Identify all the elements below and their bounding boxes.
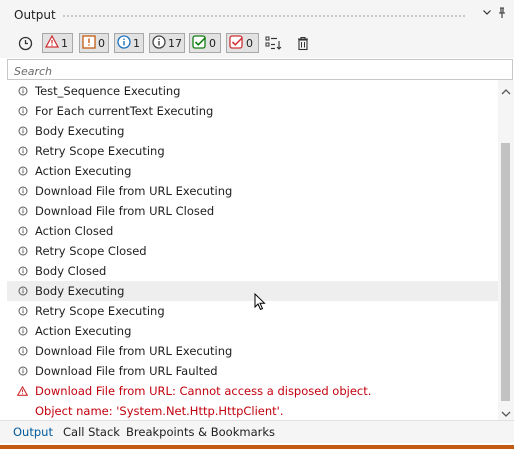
trace-count: 17: [168, 36, 182, 50]
log-row-text: Test_Sequence Executing: [35, 84, 181, 98]
trace-icon: [17, 86, 28, 97]
tab-output[interactable]: Output: [13, 425, 53, 439]
log-row-text: Body Executing: [35, 124, 125, 138]
chevron-down-icon[interactable]: [480, 7, 494, 21]
trace-icon: [17, 346, 28, 357]
log-row-text: Download File from URL Executing: [35, 344, 233, 358]
log-row-text: Retry Scope Closed: [35, 244, 147, 258]
trace-icon: [17, 286, 28, 297]
error-triangle-icon: [44, 34, 60, 51]
filter-success-button[interactable]: 0: [189, 33, 221, 53]
pin-icon[interactable]: [495, 7, 509, 21]
warning-icon: [82, 34, 96, 52]
search-input[interactable]: [12, 61, 496, 81]
log-row[interactable]: Body Executing: [7, 281, 498, 301]
log-row-text: Download File from URL Closed: [35, 204, 215, 218]
trace-icon: [152, 34, 166, 52]
output-panel: Output 1 0 1 17 0 0 Search Test_Sequence…: [0, 0, 514, 449]
trace-icon: [17, 326, 28, 337]
search-box: [7, 59, 513, 81]
trace-icon: [17, 166, 28, 177]
log-row[interactable]: Download File from URL Executing: [7, 181, 498, 201]
log-row[interactable]: Test_Sequence Executing: [7, 81, 498, 101]
log-row[interactable]: Retry Scope Executing: [7, 141, 498, 161]
clock-icon[interactable]: [16, 34, 34, 52]
filter-warnings-button[interactable]: 0: [79, 33, 109, 53]
trace-icon: [17, 206, 28, 217]
filter-info-button[interactable]: 1: [114, 33, 144, 53]
trace-icon: [17, 126, 28, 137]
scroll-up-icon[interactable]: [501, 85, 511, 95]
log-row[interactable]: Action Executing: [7, 321, 498, 341]
log-row[interactable]: Body Executing: [7, 121, 498, 141]
check-icon: [192, 34, 207, 52]
filter-trace-button[interactable]: 17: [149, 33, 185, 53]
log-row-text: Action Closed: [35, 224, 114, 238]
panel-tabs: Output Call Stack Breakpoints & Bookmark…: [0, 420, 514, 443]
drag-grip[interactable]: [62, 14, 466, 18]
panel-title: Output: [14, 8, 56, 22]
success-count: 0: [209, 36, 216, 50]
trace-icon: [17, 246, 28, 257]
log-row-text: For Each currentText Executing: [35, 104, 214, 118]
log-row-text: Download File from URL Faulted: [35, 364, 218, 378]
output-toolbar: 1 0 1 17 0 0: [0, 28, 514, 58]
trace-icon: [17, 266, 28, 277]
log-row-text: Download File from URL Executing: [35, 184, 233, 198]
log-row[interactable]: Retry Scope Executing: [7, 301, 498, 321]
info-count: 1: [133, 36, 140, 50]
warnings-count: 0: [98, 36, 105, 50]
log-row[interactable]: For Each currentText Executing: [7, 101, 498, 121]
trace-icon: [17, 366, 28, 377]
blank-icon: [17, 406, 28, 417]
log-row[interactable]: Download File from URL: Cannot access a …: [7, 381, 498, 401]
filter-errors-button[interactable]: 1: [42, 33, 73, 53]
tab-call-stack[interactable]: Call Stack: [63, 425, 120, 439]
tab-breakpoints-bookmarks[interactable]: Breakpoints & Bookmarks: [126, 425, 275, 439]
log-row-text: Action Executing: [35, 324, 132, 338]
failed-check-icon: [229, 34, 244, 52]
log-row[interactable]: Download File from URL Faulted: [7, 361, 498, 381]
filter-list-icon[interactable]: [265, 34, 283, 52]
scroll-down-icon[interactable]: [501, 407, 511, 417]
vertical-scrollbar[interactable]: [498, 80, 514, 420]
log-row[interactable]: Action Closed: [7, 221, 498, 241]
trace-icon: [17, 106, 28, 117]
log-row[interactable]: Object name: 'System.Net.Http.HttpClient…: [7, 401, 498, 420]
mouse-cursor-icon: [254, 292, 266, 314]
trace-icon: [17, 306, 28, 317]
failed-count: 0: [246, 36, 253, 50]
log-row[interactable]: Body Closed: [7, 261, 498, 281]
log-row-text: Download File from URL: Cannot access a …: [35, 384, 372, 398]
output-log-list: Test_Sequence Executing For Each currentT…: [7, 80, 498, 420]
trace-icon: [17, 186, 28, 197]
filter-failed-button[interactable]: 0: [226, 33, 259, 53]
status-bar: [0, 445, 514, 449]
trash-icon[interactable]: [294, 34, 312, 52]
errors-count: 1: [61, 36, 68, 50]
panel-title-bar: Output: [0, 0, 514, 28]
log-row-text: Body Executing: [35, 284, 125, 298]
error-triangle-icon: [17, 386, 28, 397]
log-row-text: Retry Scope Executing: [35, 144, 165, 158]
info-icon: [117, 34, 131, 52]
log-row[interactable]: Download File from URL Executing: [7, 341, 498, 361]
log-row[interactable]: Action Executing: [7, 161, 498, 181]
log-row[interactable]: Retry Scope Closed: [7, 241, 498, 261]
log-row-text: Action Executing: [35, 164, 132, 178]
log-row[interactable]: Download File from URL Closed: [7, 201, 498, 221]
trace-icon: [17, 226, 28, 237]
log-row-text: Retry Scope Executing: [35, 304, 165, 318]
scrollbar-thumb[interactable]: [501, 143, 510, 401]
log-row-text: Body Closed: [35, 264, 107, 278]
trace-icon: [17, 146, 28, 157]
log-row-text: Object name: 'System.Net.Http.HttpClient…: [35, 404, 284, 418]
